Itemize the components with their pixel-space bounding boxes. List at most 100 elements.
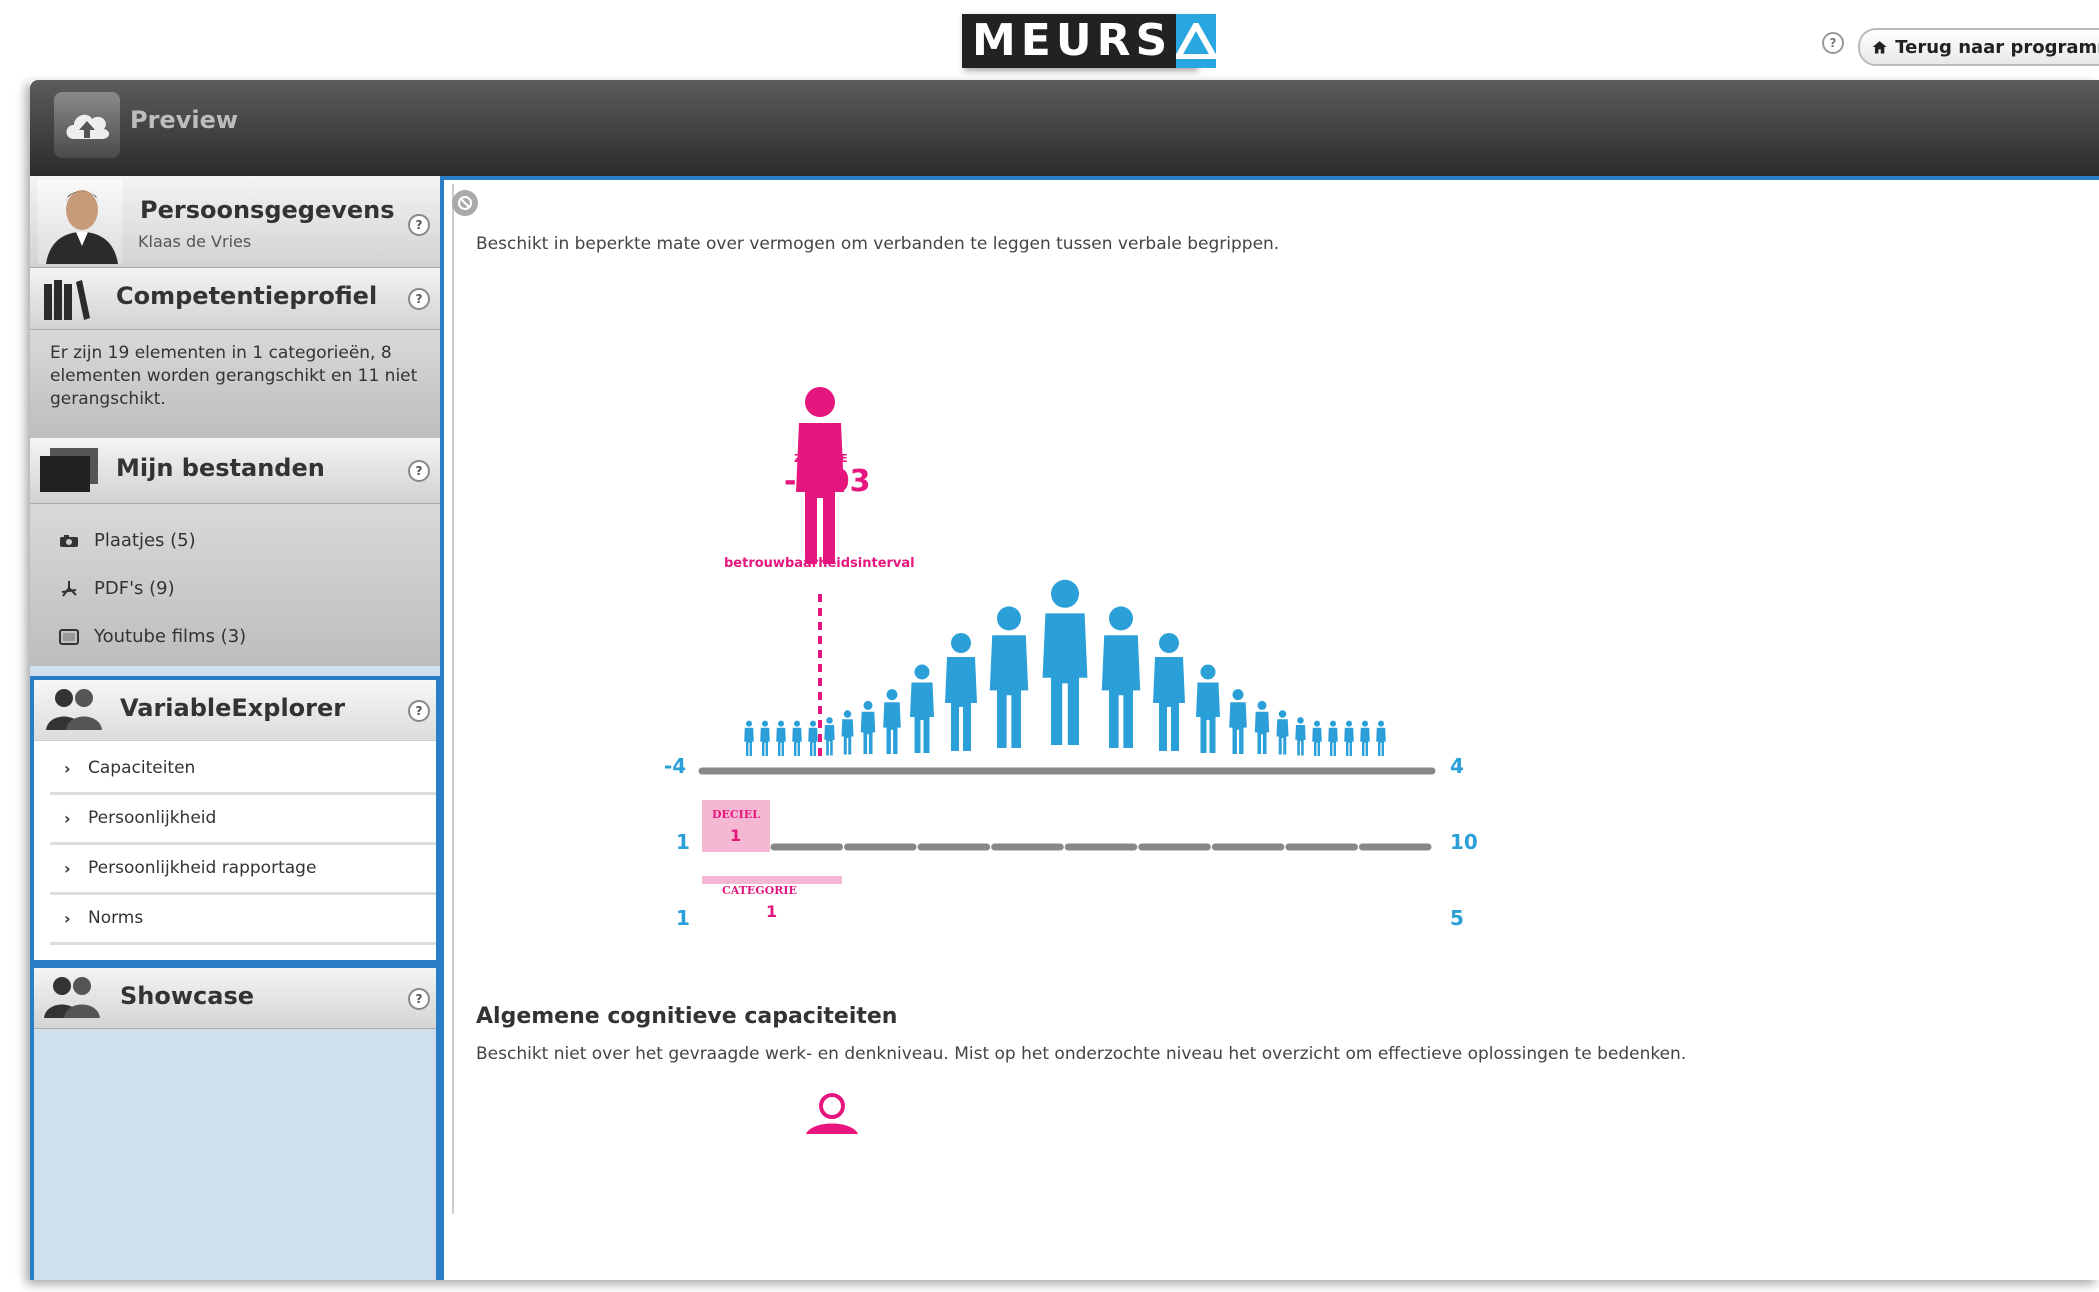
cloud-upload-button[interactable] [54,92,120,158]
crowd-person-icon [1153,633,1185,751]
zscore-figure [698,387,1436,884]
file-item-label: Youtube films (3) [94,626,247,647]
folders-icon [40,448,98,492]
chevron-right-icon: › [64,758,71,778]
chevron-right-icon: › [64,808,71,828]
file-item-youtube[interactable]: Youtube films (3) [58,626,246,647]
file-item-pdfs[interactable]: PDF's (9) [58,578,175,599]
crowd-person-icon [860,700,876,754]
nav-item-persoonlijkheid-rapportage[interactable]: › Persoonlijkheid rapportage [50,844,436,895]
crowd-person-icon [1328,720,1338,756]
file-item-label: Plaatjes (5) [94,530,196,551]
crowd-person-icon [776,720,786,756]
crowd-person-icon [1344,720,1354,756]
crowd-person-icon [1312,720,1322,756]
back-button-label: Terug naar programm [1895,36,2099,58]
population-crowd [744,579,1386,756]
panel-competentieprofiel[interactable]: Competentieprofiel ? [30,268,440,330]
zscore-value: -2.03 [784,464,871,499]
nav-item-persoonlijkheid[interactable]: › Persoonlijkheid [50,794,436,845]
mijn-bestanden-title: Mijn bestanden [116,454,325,482]
variable-explorer-title: VariableExplorer [120,694,346,722]
category-label: CATEGORIE [722,884,797,897]
section-title-cognitive: Algemene cognitieve capaciteiten [476,1004,898,1029]
help-icon[interactable]: ? [1822,32,1844,54]
crowd-person-icon [1276,710,1289,755]
people-icon [46,689,102,730]
crowd-person-icon [945,633,977,751]
books-icon [44,280,90,320]
people-icon [44,977,100,1018]
showcase-panel: Showcase ? [30,964,440,1280]
crowd-person-icon [1101,606,1141,748]
sidebar: Persoonsgegevens Klaas de Vries ? Compet… [30,176,440,1280]
file-item-label: PDF's (9) [94,578,175,599]
chevron-right-icon: › [64,858,71,878]
z-scale-max: 4 [1450,754,1464,778]
nav-item-label: Capaciteiten [88,758,196,778]
crowd-person-icon [1196,664,1220,753]
back-to-program-button[interactable]: Terug naar programm [1858,28,2099,66]
competentieprofiel-summary: Er zijn 19 elementen in 1 categorieën, 8… [50,343,418,409]
category-box [702,876,842,884]
variable-explorer-header[interactable]: VariableExplorer ? [34,680,436,741]
persoonsgegevens-title: Persoonsgegevens [140,196,395,224]
file-item-plaatjes[interactable]: Plaatjes (5) [58,530,196,551]
crowd-person-icon [1229,689,1247,754]
crowd-person-icon [760,720,770,756]
logo-triangle-icon [1176,14,1217,68]
meurs-logo: MEURS [962,14,1217,68]
crowd-person-icon [744,720,754,756]
help-icon[interactable]: ? [408,288,430,310]
showcase-title: Showcase [120,982,255,1010]
preview-title: Preview [130,106,239,134]
variable-explorer-panel: VariableExplorer ? › Capaciteiten › Pers… [30,676,440,964]
crowd-person-icon [910,664,934,753]
nav-item-norms[interactable]: › Norms [50,894,436,945]
crowd-person-icon [841,710,854,755]
decile-value: 1 [730,826,742,845]
logo-text: MEURS [972,15,1173,66]
app-frame: Preview Persoonsgegevens Klaas de Vries … [30,80,2099,1280]
category-max: 5 [1450,906,1464,930]
competentieprofiel-body: Er zijn 19 elementen in 1 categorieën, 8… [30,330,440,438]
cloud-upload-icon [66,114,110,139]
nav-item-label: Persoonlijkheid [88,808,217,828]
crowd-person-icon [883,689,901,754]
home-icon [1872,41,1887,54]
pdf-icon [58,580,80,598]
help-icon[interactable]: ? [408,214,430,236]
crowd-person-icon [1360,720,1370,756]
crowd-person-icon [1376,720,1386,756]
content-scroll-area: Beschikt in beperkte mate over vermogen … [452,184,2094,1214]
pink-person-head [806,1093,858,1134]
decile-label: DECIEL [712,808,760,821]
nav-item-capaciteiten[interactable]: › Capaciteiten [50,744,436,795]
showcase-header[interactable]: Showcase ? [34,968,436,1029]
crowd-person-icon [989,606,1029,748]
collapse-icon[interactable] [452,190,478,216]
crowd-person-icon [808,720,818,756]
video-icon [58,628,80,645]
help-icon[interactable]: ? [408,700,430,722]
interval-label: betrouwbaarheidsinterval [724,556,915,571]
help-icon[interactable]: ? [408,988,430,1010]
decile-max: 10 [1450,830,1478,854]
category-min: 1 [676,906,690,930]
crowd-person-icon [1254,700,1270,754]
panel-persoonsgegevens[interactable]: Persoonsgegevens Klaas de Vries ? [30,176,440,268]
crowd-person-icon [792,720,802,756]
person-name: Klaas de Vries [138,232,252,251]
description-cognitive: Beschikt niet over het gevraagde werk- e… [476,1044,1687,1064]
nav-item-label: Persoonlijkheid rapportage [88,858,317,878]
panel-mijn-bestanden[interactable]: Mijn bestanden ? [30,438,440,504]
decile-min: 1 [676,830,690,854]
camera-icon [58,534,80,548]
crowd-person-icon [1042,579,1088,745]
category-value: 1 [766,902,778,921]
mijn-bestanden-body: Plaatjes (5) PDF's (9) Youtube films (3) [30,504,440,666]
top-bar: Preview [30,80,2099,176]
description-verbal: Beschikt in beperkte mate over vermogen … [476,234,1280,254]
help-icon[interactable]: ? [408,460,430,482]
competentieprofiel-title: Competentieprofiel [116,282,378,310]
